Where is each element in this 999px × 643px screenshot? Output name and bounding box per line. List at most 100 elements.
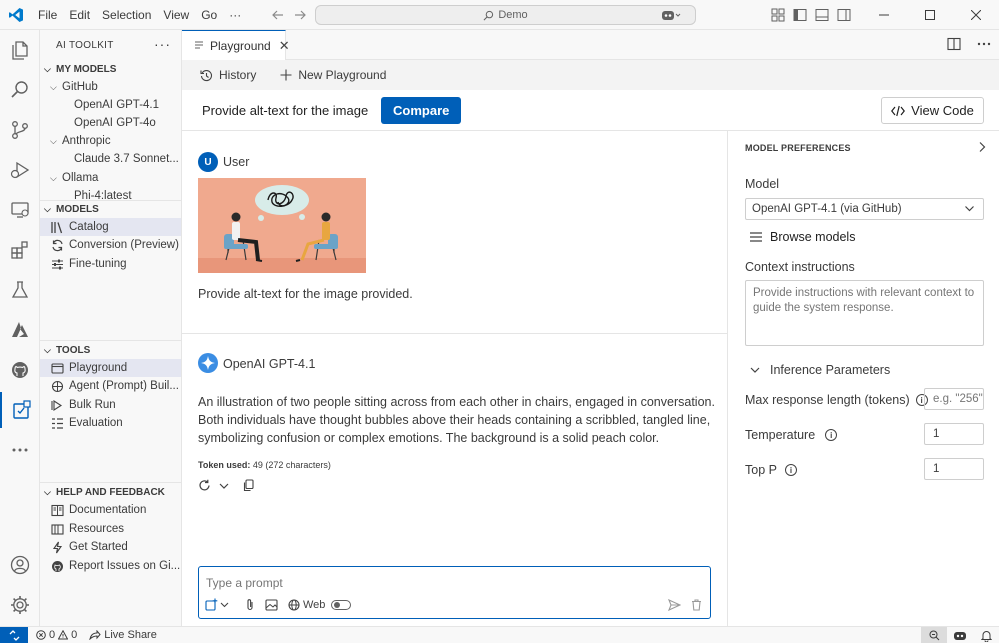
section-models[interactable]: ⌵ MODELS [40, 200, 181, 218]
tree-item-label: OpenAI GPT-4o [74, 117, 156, 129]
sidebar-item-conversion[interactable]: Conversion (Preview) [40, 236, 181, 254]
source-control-icon[interactable] [0, 112, 40, 148]
minimize-button[interactable] [861, 0, 907, 30]
section-help[interactable]: ⌵ HELP AND FEEDBACK [40, 483, 181, 501]
menu-go[interactable]: Go [195, 0, 223, 30]
azure-icon[interactable] [0, 312, 40, 348]
menu-view[interactable]: View [157, 0, 195, 30]
problems-indicator[interactable]: 0 0 [36, 629, 77, 641]
web-toggle[interactable] [331, 599, 352, 610]
playground-title: Provide alt-text for the image [202, 102, 369, 118]
info-icon[interactable]: i [825, 429, 838, 441]
tree-item-model[interactable]: OpenAI GPT-4o [40, 114, 181, 132]
section-tools-label: TOOLS [56, 344, 91, 356]
menu-file[interactable]: File [32, 0, 63, 30]
sidebar-item-catalog[interactable]: Catalog [40, 218, 181, 236]
more-views-icon[interactable] [0, 432, 40, 468]
folder-library-icon [50, 522, 64, 536]
close-window-button[interactable] [953, 0, 999, 30]
tree-item-model[interactable]: OpenAI GPT-4.1 [40, 96, 181, 114]
section-tools[interactable]: ⌵ TOOLS [40, 341, 181, 359]
toggle-secondary-sidebar-icon[interactable] [833, 0, 855, 30]
sidebar-item-playground[interactable]: Playground [40, 359, 181, 377]
sidebar-item-label: Bulk Run [69, 399, 116, 411]
customize-layout-icon[interactable] [767, 0, 789, 30]
tab-playground[interactable]: Playground ✕ [182, 30, 290, 60]
notifications-icon[interactable] [973, 627, 999, 643]
tree-item-model[interactable]: Claude 3.7 Sonnet... [40, 150, 181, 168]
live-share-button[interactable]: Live Share [89, 629, 157, 641]
browse-models-button[interactable]: Browse models [750, 230, 855, 244]
image-icon[interactable] [265, 598, 278, 611]
sidebar-item-resources[interactable]: Resources [40, 520, 181, 538]
ai-toolkit-icon[interactable] [0, 392, 40, 428]
add-context-icon[interactable] [205, 598, 218, 611]
temperature-input[interactable]: 1 [924, 423, 984, 445]
sidebar-item-evaluation[interactable]: Evaluation [40, 414, 181, 432]
search-view-icon[interactable] [0, 72, 40, 108]
forward-arrow-icon[interactable] [293, 8, 307, 22]
manage-gear-icon[interactable] [0, 587, 40, 623]
split-editor-icon[interactable] [947, 37, 961, 51]
new-playground-button[interactable]: New Playground [280, 68, 386, 82]
inference-parameters-toggle[interactable]: Inference Parameters [750, 363, 890, 377]
ai-toolkit-sidebar: AI TOOLKIT ··· ⌵ MY MODELS ⌵ GitHub Open… [40, 30, 182, 626]
top-p-input[interactable]: 1 [924, 458, 984, 480]
attach-icon[interactable] [245, 598, 255, 611]
sidebar-item-get-started[interactable]: Get Started [40, 538, 181, 556]
top-p-label: Top P [745, 463, 777, 477]
sidebar-item-report-issues[interactable]: Report Issues on Gi... [40, 557, 181, 575]
toggle-primary-sidebar-icon[interactable] [789, 0, 811, 30]
model-name: OpenAI GPT-4.1 [223, 357, 316, 371]
section-my-models-label: MY MODELS [56, 63, 117, 75]
model-select[interactable]: OpenAI GPT-4.1 (via GitHub) [745, 198, 984, 220]
tree-group-github[interactable]: ⌵ GitHub [40, 78, 181, 96]
explorer-icon[interactable] [0, 32, 40, 68]
context-instructions-input[interactable]: Provide instructions with relevant conte… [745, 280, 984, 346]
attached-image[interactable] [198, 178, 366, 273]
testing-icon[interactable] [0, 272, 40, 308]
prompt-input[interactable]: Type a prompt Web [198, 566, 711, 619]
info-icon[interactable]: i [784, 464, 797, 476]
run-debug-icon[interactable] [0, 152, 40, 188]
copilot-icon[interactable] [655, 0, 687, 30]
close-tab-icon[interactable]: ✕ [279, 38, 290, 54]
send-icon[interactable] [668, 599, 681, 611]
toggle-panel-icon[interactable] [811, 0, 833, 30]
accounts-icon[interactable] [0, 547, 40, 583]
zoom-icon[interactable] [921, 627, 947, 643]
tree-group-ollama[interactable]: ⌵ Ollama [40, 169, 181, 187]
back-arrow-icon[interactable] [271, 8, 285, 22]
sidebar-item-label: Evaluation [69, 417, 123, 429]
menu-selection[interactable]: Selection [96, 0, 157, 30]
remote-indicator[interactable] [0, 626, 28, 643]
tree-group-anthropic[interactable]: ⌵ Anthropic [40, 132, 181, 150]
chevron-down-icon[interactable] [219, 481, 229, 491]
maximize-button[interactable] [907, 0, 953, 30]
more-actions-icon[interactable] [977, 37, 991, 51]
compare-button[interactable]: Compare [381, 96, 462, 124]
view-code-button[interactable]: View Code [881, 97, 984, 124]
sidebar-more-actions[interactable]: ··· [154, 36, 171, 52]
regenerate-icon[interactable] [198, 479, 211, 492]
extensions-icon[interactable] [0, 232, 40, 268]
github-icon[interactable] [0, 352, 40, 388]
chevron-right-icon[interactable] [977, 141, 987, 153]
remote-explorer-icon[interactable] [0, 192, 40, 228]
sidebar-item-fine-tuning[interactable]: Fine-tuning [40, 255, 181, 273]
sidebar-item-documentation[interactable]: Documentation [40, 501, 181, 519]
menu-more[interactable]: ··· [223, 0, 247, 30]
copy-icon[interactable] [243, 479, 255, 492]
history-button[interactable]: History [200, 68, 256, 82]
chevron-down-icon[interactable] [220, 600, 229, 609]
tree-item-model[interactable]: Phi-4:latest [40, 187, 181, 200]
sidebar-item-agent-builder[interactable]: Agent (Prompt) Buil... [40, 377, 181, 395]
response-actions [198, 479, 255, 492]
sidebar-item-bulk-run[interactable]: Bulk Run [40, 396, 181, 414]
copilot-status-icon[interactable] [947, 627, 973, 643]
section-my-models[interactable]: ⌵ MY MODELS [40, 60, 181, 78]
trash-icon[interactable] [691, 599, 702, 611]
menu-edit[interactable]: Edit [63, 0, 96, 30]
command-center-search[interactable]: Demo [315, 5, 696, 25]
max-response-input[interactable]: e.g. "256" [924, 388, 984, 410]
